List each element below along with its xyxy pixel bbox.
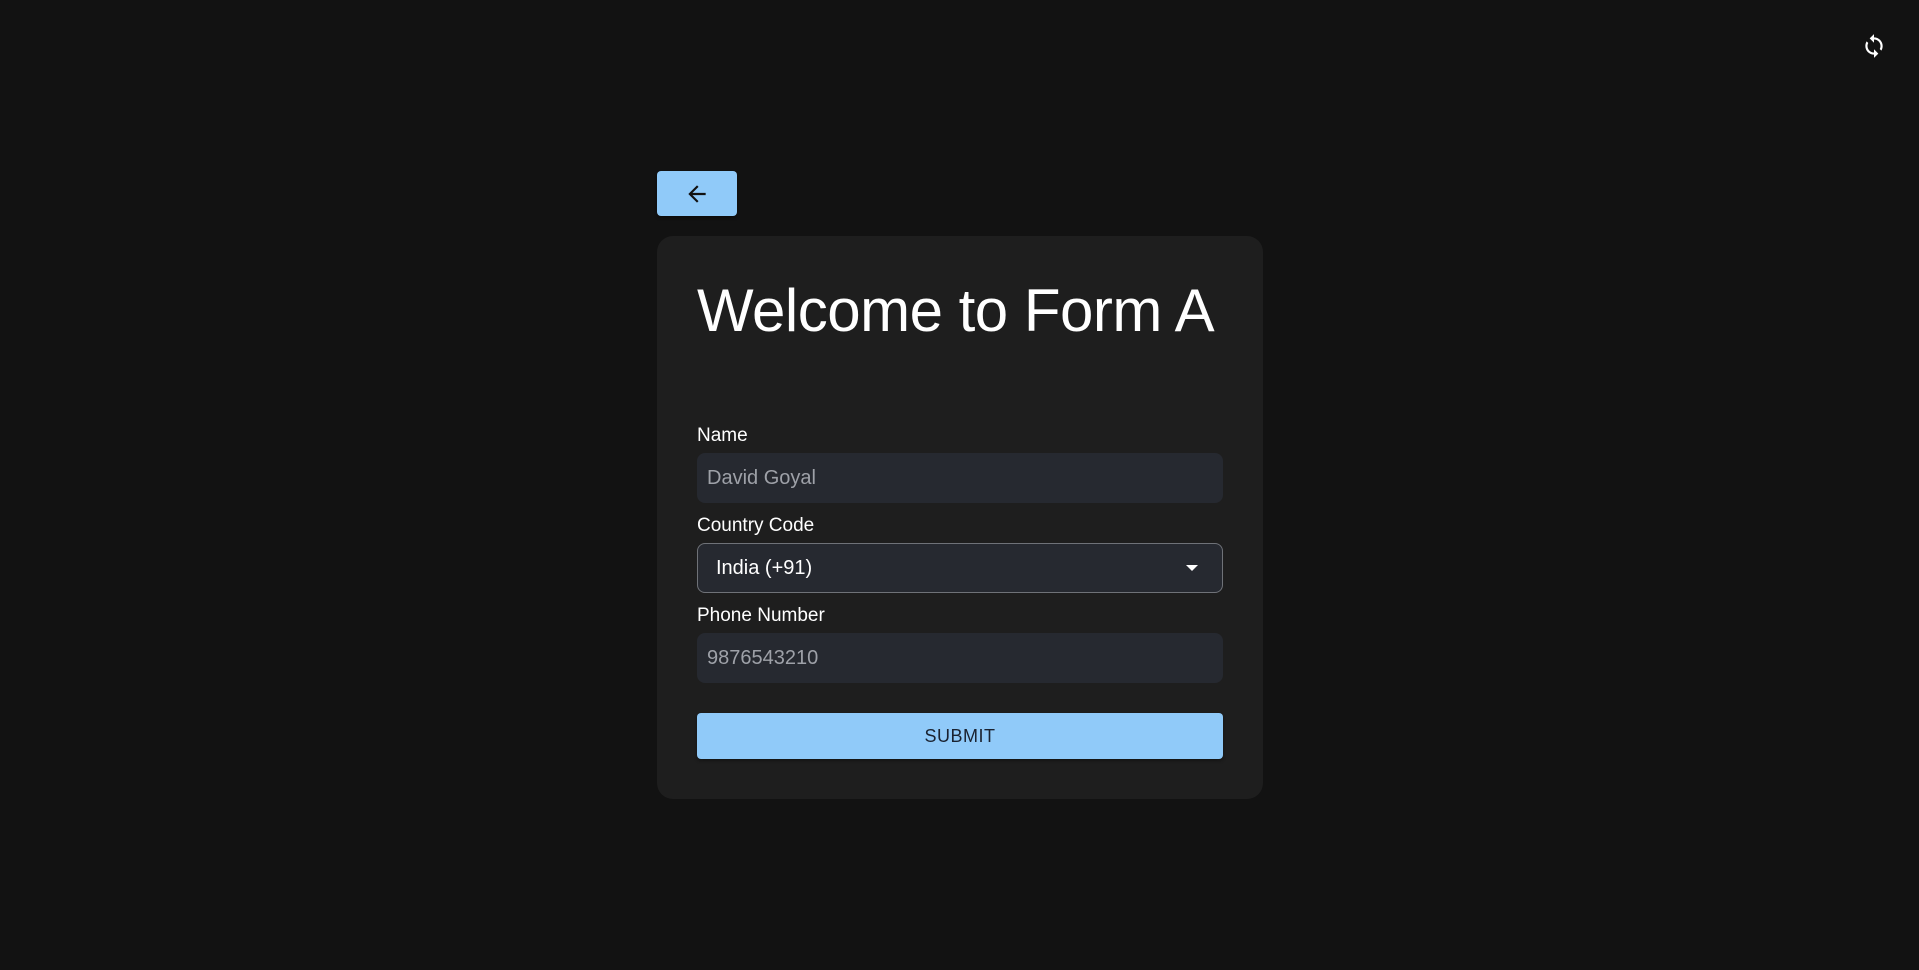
name-label: Name — [697, 425, 748, 446]
refresh-button[interactable] — [1858, 30, 1890, 62]
country-code-select[interactable]: India (+91) — [697, 543, 1223, 593]
submit-button[interactable]: SUBMIT — [697, 713, 1223, 759]
refresh-icon — [1865, 34, 1883, 58]
chevron-down-icon — [1186, 565, 1198, 571]
form-title: Welcome to Form A — [697, 277, 1215, 344]
name-input-placeholder: David Goyal — [707, 466, 816, 489]
name-input[interactable]: David Goyal — [697, 453, 1223, 503]
page: Welcome to Form A Name David Goyal Count… — [0, 0, 1919, 970]
country-code-value: India (+91) — [716, 556, 813, 579]
form-card: Welcome to Form A Name David Goyal Count… — [657, 236, 1263, 799]
phone-number-placeholder: 9876543210 — [707, 646, 819, 669]
phone-number-input[interactable]: 9876543210 — [697, 633, 1223, 683]
phone-number-label: Phone Number — [697, 605, 825, 626]
arrow-left-icon — [688, 184, 706, 203]
back-button[interactable] — [657, 171, 737, 216]
country-code-label: Country Code — [697, 515, 815, 536]
